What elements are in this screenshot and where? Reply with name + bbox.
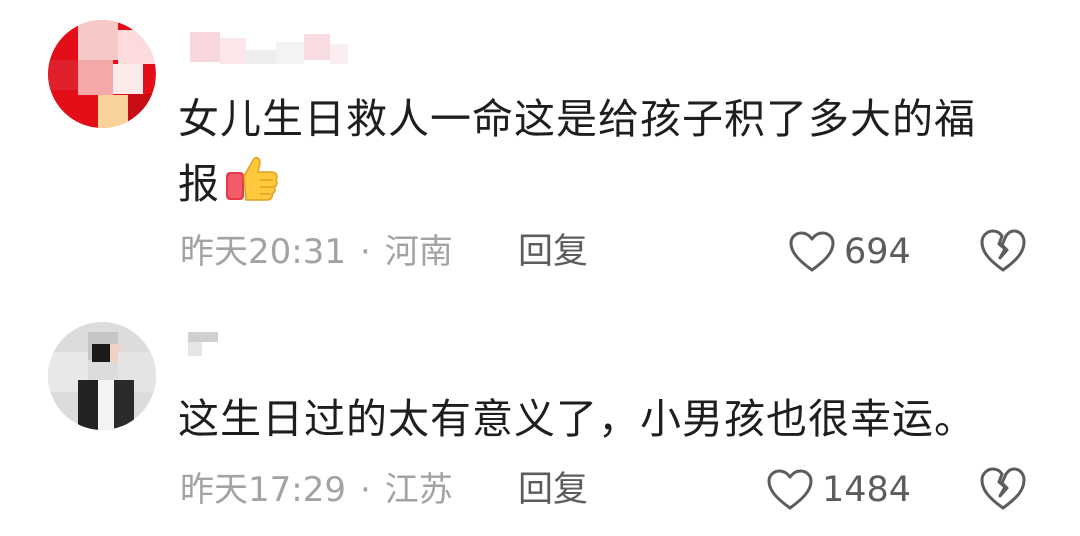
reply-button[interactable]: 回复: [518, 230, 588, 274]
comment-meta: 昨天20:31 · 河南: [180, 230, 453, 274]
username-pixel: [304, 34, 330, 60]
comment-item: 女儿生日救人一命这是给孩子积了多大的福 报 昨天20:31 · 河南 回复 694: [0, 0, 1080, 290]
comment-text-line: 这生日过的太有意义了，小男孩也很幸运。: [178, 395, 976, 443]
username-pixel: [246, 50, 276, 64]
avatar-pixel: [113, 64, 143, 94]
username-pixel: [188, 342, 202, 356]
comment-location: 河南: [384, 232, 453, 272]
avatar-pixel: [78, 20, 118, 60]
avatar-pixel: [98, 380, 114, 430]
avatar[interactable]: [48, 20, 156, 128]
like-button[interactable]: 1484: [766, 465, 911, 515]
username-pixel: [220, 38, 246, 64]
comment-location: 江苏: [384, 470, 453, 510]
username-pixel: [330, 44, 348, 64]
avatar-pixel: [114, 380, 134, 430]
comment-meta: 昨天17:29 · 江苏: [180, 468, 453, 512]
username-pixel: [276, 42, 304, 64]
avatar-pixel: [98, 95, 128, 128]
username-pixel: [188, 332, 218, 342]
thumbs-up-icon: [226, 156, 278, 201]
comment-text-line: 女儿生日救人一命这是给孩子积了多大的福: [178, 95, 976, 143]
meta-separator: ·: [359, 470, 371, 510]
like-button[interactable]: 694: [788, 227, 911, 277]
avatar-pixel: [128, 94, 156, 128]
heart-icon: [767, 469, 813, 510]
comment-text-line: 报: [178, 160, 220, 208]
heart-icon: [789, 231, 835, 272]
avatar-pixel: [118, 30, 156, 64]
username[interactable]: [180, 30, 350, 70]
avatar-pixel: [92, 344, 110, 362]
meta-separator: ·: [359, 232, 371, 272]
reply-button[interactable]: 回复: [518, 468, 588, 512]
dislike-broken-heart-icon[interactable]: [978, 228, 1028, 274]
like-count: 1484: [822, 470, 912, 510]
avatar-pixel: [48, 60, 78, 90]
username-pixel: [190, 32, 220, 62]
username[interactable]: [180, 326, 240, 366]
avatar-pixel: [78, 60, 113, 95]
like-count: 694: [844, 232, 911, 272]
avatar[interactable]: [48, 322, 156, 430]
comment-text: 女儿生日救人一命这是给孩子积了多大的福 报: [178, 88, 1038, 215]
comment-text: 这生日过的太有意义了，小男孩也很幸运。: [178, 388, 1038, 450]
comment-time: 昨天17:29: [180, 470, 346, 510]
comment-item: 这生日过的太有意义了，小男孩也很幸运。 昨天17:29 · 江苏 回复 1484: [0, 290, 1080, 536]
comment-text-line: 报: [178, 150, 1038, 215]
dislike-broken-heart-icon[interactable]: [978, 466, 1028, 512]
comment-time: 昨天20:31: [180, 232, 346, 272]
avatar-pixel: [78, 380, 98, 430]
